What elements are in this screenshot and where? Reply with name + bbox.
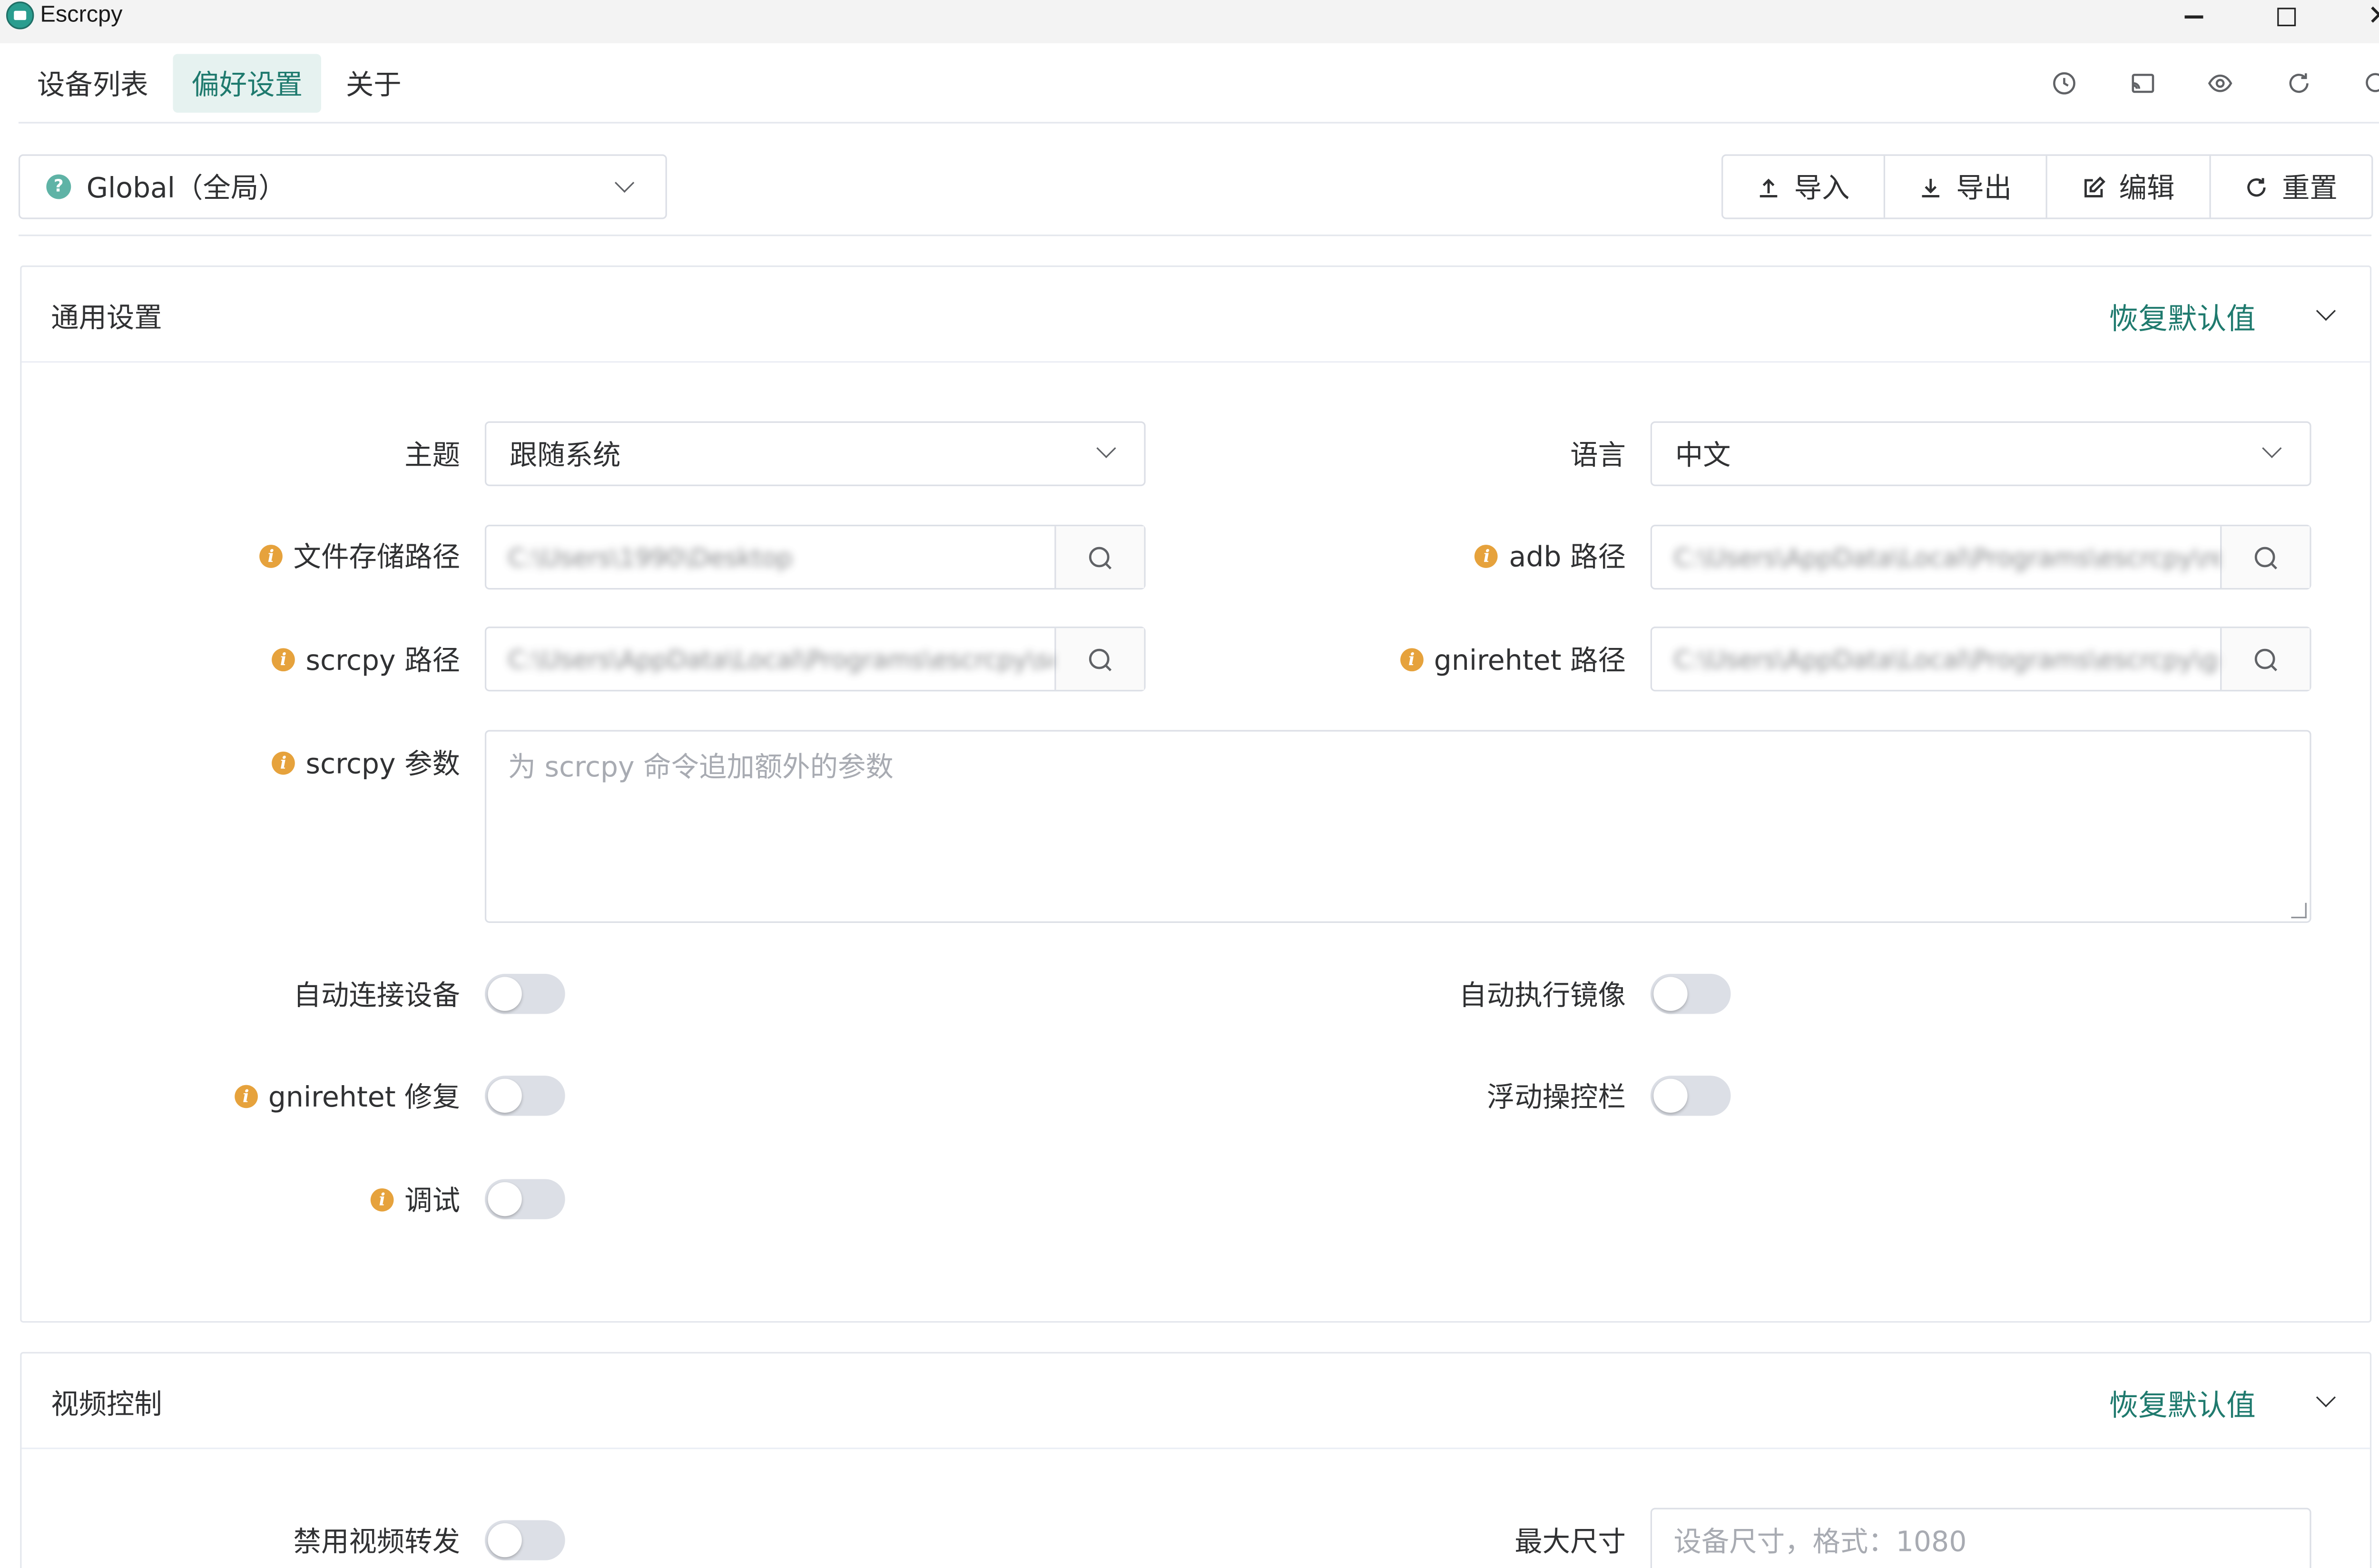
auto-mirror-toggle[interactable] — [1650, 974, 1731, 1014]
app-logo-icon — [6, 1, 34, 29]
info-icon[interactable]: i — [259, 544, 283, 568]
max-size-label: 最大尺寸 — [1514, 1526, 1626, 1559]
auto-connect-label: 自动连接设备 — [293, 980, 460, 1013]
panel-title: 通用设置 — [51, 302, 162, 335]
scrcpy-args-label: i scrcpy 参数 — [154, 744, 460, 781]
export-label: 导出 — [1956, 173, 2012, 206]
chevron-down-icon[interactable] — [2316, 1387, 2336, 1408]
export-button[interactable]: 导出 — [1885, 156, 2047, 218]
disable-video-label: 禁用视频转发 — [293, 1526, 460, 1559]
gnirehtet-path-label: i gnirehtet 路径 — [1281, 640, 1626, 677]
max-size-input[interactable]: 设备尺寸，格式：1080 — [1650, 1508, 2311, 1568]
edit-icon — [2084, 176, 2105, 197]
floating-bar-label: 浮动操控栏 — [1486, 1082, 1626, 1115]
language-select[interactable]: 中文 — [1650, 421, 2311, 486]
tab-about[interactable]: 关于 — [327, 54, 420, 113]
theme-select[interactable]: 跟随系统 — [484, 421, 1146, 486]
history-icon[interactable] — [2047, 68, 2081, 99]
resize-handle-icon[interactable] — [2291, 902, 2307, 919]
scrcpy-path-input[interactable]: C:\Users\AppData\Local\Programs\escrcpy\… — [484, 627, 1146, 692]
close-button[interactable]: ✕ — [2344, 0, 2379, 34]
help-icon: ? — [46, 174, 71, 199]
debug-label: i 调试 — [154, 1181, 460, 1218]
search-icon[interactable] — [2359, 68, 2379, 99]
tab-preferences[interactable]: 偏好设置 — [173, 54, 321, 113]
chevron-down-icon — [614, 173, 635, 193]
browse-button[interactable] — [1054, 526, 1144, 588]
config-actions: 导入 导出 编辑 重置 — [1721, 154, 2373, 219]
floating-bar-toggle[interactable] — [1650, 1076, 1731, 1116]
cast-icon[interactable] — [2125, 68, 2159, 99]
file-path-label: i 文件存储路径 — [93, 537, 460, 574]
gnirehtet-fix-label: i gnirehtet 修复 — [93, 1077, 460, 1114]
info-icon[interactable]: i — [234, 1084, 258, 1107]
reset-label: 重置 — [2281, 173, 2338, 206]
close-icon: ✕ — [2368, 2, 2379, 30]
language-label: 语言 — [1570, 440, 1626, 472]
theme-label: 主题 — [404, 440, 460, 472]
config-scope-select[interactable]: ? Global（全局） — [18, 154, 667, 219]
search-icon — [2254, 648, 2278, 671]
nav-divider — [18, 122, 2379, 124]
adb-path-label: i adb 路径 — [1320, 537, 1626, 574]
minimize-button[interactable] — [2158, 0, 2229, 34]
panel-title: 视频控制 — [51, 1389, 162, 1421]
upload-icon — [1760, 177, 1778, 197]
scrcpy-path-label: i scrcpy 路径 — [154, 640, 460, 677]
tab-device-list[interactable]: 设备列表 — [19, 54, 167, 113]
title-bar: Escrcpy ✕ — [0, 0, 2379, 43]
edit-label: 编辑 — [2119, 173, 2175, 206]
auto-connect-toggle[interactable] — [484, 974, 565, 1014]
window-title: Escrcpy — [40, 1, 123, 28]
panel-header[interactable]: 通用设置 恢复默认值 — [21, 267, 2370, 363]
reset-icon — [2247, 177, 2266, 196]
maximize-button[interactable] — [2251, 0, 2322, 34]
info-icon[interactable]: i — [1475, 544, 1498, 568]
panel-header[interactable]: 视频控制 恢复默认值 — [21, 1353, 2370, 1450]
eye-icon[interactable] — [2203, 68, 2237, 99]
gnirehtet-path-value: C:\Users\AppData\Local\Programs\escrcpy\… — [1673, 644, 2220, 674]
auto-mirror-label: 自动执行镜像 — [1459, 980, 1626, 1013]
download-icon — [1922, 178, 1939, 197]
search-icon — [1089, 546, 1112, 569]
gnirehtet-fix-toggle[interactable] — [484, 1076, 565, 1116]
main-nav: 设备列表 偏好设置 关于 — [19, 52, 426, 114]
gnirehtet-path-input[interactable]: C:\Users\AppData\Local\Programs\escrcpy\… — [1650, 627, 2311, 692]
info-icon[interactable]: i — [370, 1187, 394, 1211]
content-divider — [18, 235, 2372, 236]
file-path-input[interactable]: C:\Users\1990\Desktop — [484, 524, 1146, 590]
edit-button[interactable]: 编辑 — [2047, 156, 2211, 218]
refresh-icon[interactable] — [2281, 68, 2315, 99]
chevron-down-icon[interactable] — [2316, 301, 2336, 321]
info-icon[interactable]: i — [272, 647, 295, 671]
import-button[interactable]: 导入 — [1723, 156, 1886, 218]
import-label: 导入 — [1794, 173, 1850, 206]
scrcpy-args-textarea[interactable]: 为 scrcpy 命令追加额外的参数 — [484, 730, 2311, 923]
reset-button[interactable]: 重置 — [2211, 156, 2371, 218]
config-scope-value: Global（全局） — [86, 173, 286, 206]
info-icon[interactable]: i — [272, 751, 295, 774]
maximize-icon — [2277, 8, 2296, 27]
browse-button[interactable] — [1054, 628, 1144, 690]
minimize-icon — [2184, 16, 2203, 19]
file-path-value: C:\Users\1990\Desktop — [508, 542, 793, 572]
chevron-down-icon — [2262, 438, 2282, 459]
browse-button[interactable] — [2220, 526, 2310, 588]
disable-video-toggle[interactable] — [484, 1520, 565, 1560]
adb-path-input[interactable]: C:\Users\AppData\Local\Programs\escrcpy\… — [1650, 524, 2311, 590]
chevron-down-icon — [1096, 438, 1116, 459]
search-icon — [2254, 546, 2278, 569]
info-icon[interactable]: i — [1400, 647, 1424, 671]
nav-icon-group — [2047, 68, 2379, 99]
restore-defaults-link[interactable]: 恢复默认值 — [2109, 296, 2256, 338]
restore-defaults-link[interactable]: 恢复默认值 — [2109, 1383, 2256, 1425]
scrcpy-path-value: C:\Users\AppData\Local\Programs\escrcpy\… — [508, 644, 1055, 674]
search-icon — [1089, 648, 1112, 671]
adb-path-value: C:\Users\AppData\Local\Programs\escrcpy\… — [1673, 542, 2220, 572]
debug-toggle[interactable] — [484, 1179, 565, 1219]
browse-button[interactable] — [2220, 628, 2310, 690]
